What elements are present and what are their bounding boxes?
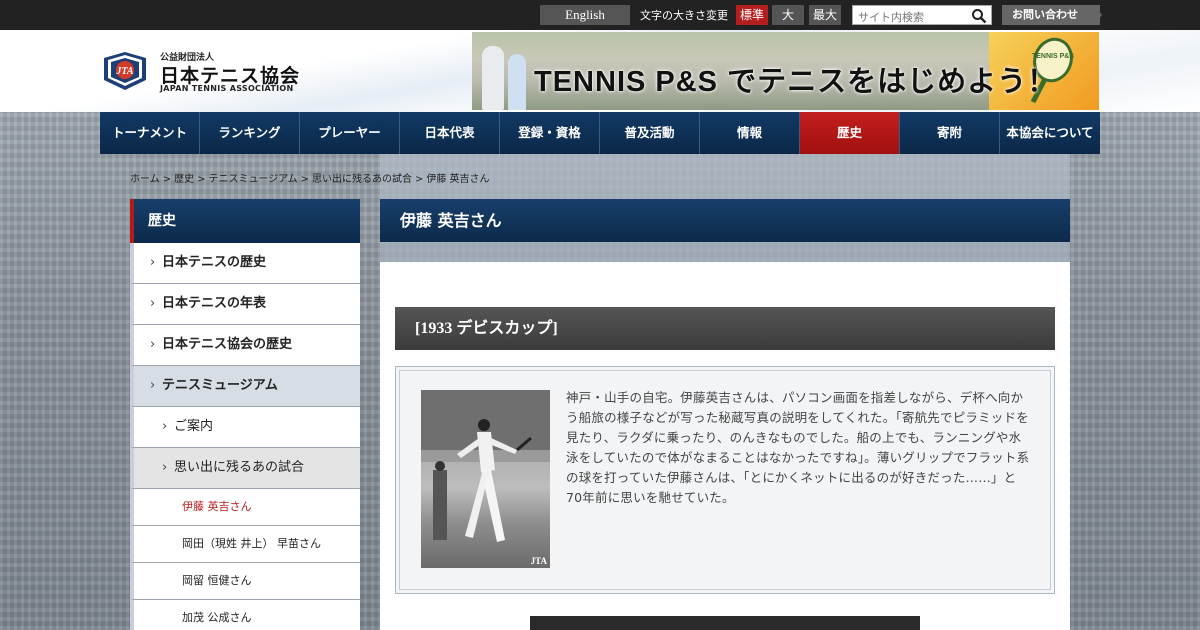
sidebar-item-ito[interactable]: 伊藤 英吉さん xyxy=(130,489,360,526)
sidebar: 歴史 › 日本テニスの歴史 › 日本テニスの年表 › 日本テニス協会の歴史 › テニスミ… xyxy=(130,199,360,630)
font-size-standard-button[interactable]: 標準 xyxy=(736,5,768,25)
contact-button[interactable]: お問い合わせ xyxy=(1002,5,1102,25)
breadcrumb-separator: > xyxy=(162,174,172,185)
nav-promotion[interactable]: 普及活動 xyxy=(600,112,700,154)
breadcrumb-separator: > xyxy=(414,174,424,185)
nav-ranking[interactable]: ランキング xyxy=(200,112,300,154)
sidebar-item-japan-tennis-history[interactable]: › 日本テニスの歴史 xyxy=(130,243,360,284)
jta-emblem-icon: JTA xyxy=(104,52,146,90)
chevron-right-icon: › xyxy=(150,378,156,393)
search-input[interactable] xyxy=(853,8,965,27)
article-box-inner: JTA 神戸・山手の自宅。伊藤英吉さんは、パソコン画面を指差しながら、デ杯へ向か… xyxy=(399,370,1051,590)
chevron-right-icon: › xyxy=(150,296,156,311)
search-icon[interactable] xyxy=(971,8,987,24)
site-header: JTA 公益財団法人 日本テニス協会 JAPAN TENNIS ASSOCIAT… xyxy=(0,30,1200,112)
utility-bar: English 文字の大きさ変更 標準 大 最大 お問い合わせ xyxy=(0,0,1200,30)
breadcrumb-museum[interactable]: テニスミュージアム xyxy=(208,174,297,185)
player-photo: JTA xyxy=(421,390,550,568)
site-search xyxy=(852,5,992,27)
breadcrumb-current: 伊藤 英吉さん xyxy=(426,174,490,185)
sidebar-item-label: 日本テニスの年表 xyxy=(162,296,267,311)
sidebar-item-label: ご案内 xyxy=(174,419,214,434)
breadcrumb-separator: > xyxy=(300,174,309,185)
nav-player[interactable]: プレーヤー xyxy=(300,112,400,154)
nav-history[interactable]: 歴史 xyxy=(800,112,900,154)
sidebar-item-label: 岡留 恒健さん xyxy=(182,574,252,587)
sidebar-item-kamo[interactable]: 加茂 公成さん xyxy=(130,600,360,630)
page-title: 伊藤 英吉さん xyxy=(380,199,1070,242)
nav-about[interactable]: 本協会について xyxy=(1000,112,1100,154)
breadcrumb-history[interactable]: 歴史 xyxy=(174,174,194,185)
sidebar-heading: 歴史 xyxy=(130,199,360,243)
nav-donation[interactable]: 寄附 xyxy=(900,112,1000,154)
nav-registration[interactable]: 登録・資格 xyxy=(500,112,600,154)
font-size-label: 文字の大きさ変更 xyxy=(640,9,728,22)
site-logo[interactable]: JTA 公益財団法人 日本テニス協会 JAPAN TENNIS ASSOCIAT… xyxy=(100,48,300,98)
nav-national-team[interactable]: 日本代表 xyxy=(400,112,500,154)
chevron-right-icon: › xyxy=(150,337,156,352)
sidebar-item-okada[interactable]: 岡田（現姓 井上） 早苗さん xyxy=(130,526,360,563)
section-heading: [1933 デビスカップ] xyxy=(395,307,1055,350)
chevron-right-icon: › xyxy=(162,460,168,475)
sidebar-item-label: テニスミュージアム xyxy=(162,378,278,393)
breadcrumb: ホーム > 歴史 > テニスミュージアム > 思い出に残るあの試合 > 伊藤 英吉さん xyxy=(130,170,490,185)
article-text: 神戸・山手の自宅。伊藤英吉さんは、パソコン画面を指差しながら、デ杯へ向かう船旅の… xyxy=(566,390,1030,505)
tennis-player-figure xyxy=(421,390,550,542)
sidebar-item-chronology[interactable]: › 日本テニスの年表 xyxy=(130,284,360,325)
sidebar-item-label: 伊藤 英吉さん xyxy=(182,500,252,513)
nav-tournament[interactable]: トーナメント xyxy=(100,112,200,154)
sidebar-item-association-history[interactable]: › 日本テニス協会の歴史 xyxy=(130,325,360,366)
global-nav: トーナメント ランキング プレーヤー 日本代表 登録・資格 普及活動 情報 歴史… xyxy=(100,112,1100,154)
banner-player-figure xyxy=(508,54,526,110)
sidebar-item-label: 加茂 公成さん xyxy=(182,611,252,624)
breadcrumb-home[interactable]: ホーム xyxy=(130,174,160,185)
chevron-right-icon: › xyxy=(162,419,168,434)
sidebar-item-label: 思い出に残るあの試合 xyxy=(174,460,305,475)
logo-english: JAPAN TENNIS ASSOCIATION xyxy=(160,84,294,93)
english-button[interactable]: English xyxy=(540,5,630,25)
sidebar-item-memorable-matches[interactable]: › 思い出に残るあの試合 xyxy=(130,448,360,489)
article-box: JTA 神戸・山手の自宅。伊藤英吉さんは、パソコン画面を指差しながら、デ杯へ向か… xyxy=(395,366,1055,594)
svg-text:JTA: JTA xyxy=(115,66,134,77)
sidebar-item-label: 日本テニスの歴史 xyxy=(162,255,267,270)
sidebar-item-label: 岡田（現姓 井上） 早苗さん xyxy=(182,537,321,550)
sidebar-item-okadome[interactable]: 岡留 恒健さん xyxy=(130,563,360,600)
photo-watermark: JTA xyxy=(530,556,547,566)
font-size-large-button[interactable]: 大 xyxy=(772,5,804,25)
sidebar-item-tennis-museum[interactable]: › テニスミュージアム xyxy=(130,366,360,407)
breadcrumb-separator: > xyxy=(197,174,206,185)
second-photo xyxy=(530,616,920,630)
tennis-ps-banner[interactable]: TENNIS P&S TENNIS P&S でテニスをはじめよう！ xyxy=(472,32,1099,110)
content-panel: [1933 デビスカップ] JTA 神戸・山手の自宅。伊藤英吉さんは、パソコン画… xyxy=(380,262,1070,630)
breadcrumb-memorable-matches[interactable]: 思い出に残るあの試合 xyxy=(312,174,412,185)
sidebar-item-guide[interactable]: › ご案内 xyxy=(130,407,360,448)
banner-player-figure xyxy=(482,46,504,110)
font-size-max-button[interactable]: 最大 xyxy=(809,5,841,25)
chevron-right-icon: › xyxy=(150,255,156,270)
banner-text: TENNIS P&S でテニスをはじめよう！ xyxy=(534,66,1058,98)
sidebar-item-label: 日本テニス協会の歴史 xyxy=(162,337,293,352)
nav-information[interactable]: 情報 xyxy=(700,112,800,154)
